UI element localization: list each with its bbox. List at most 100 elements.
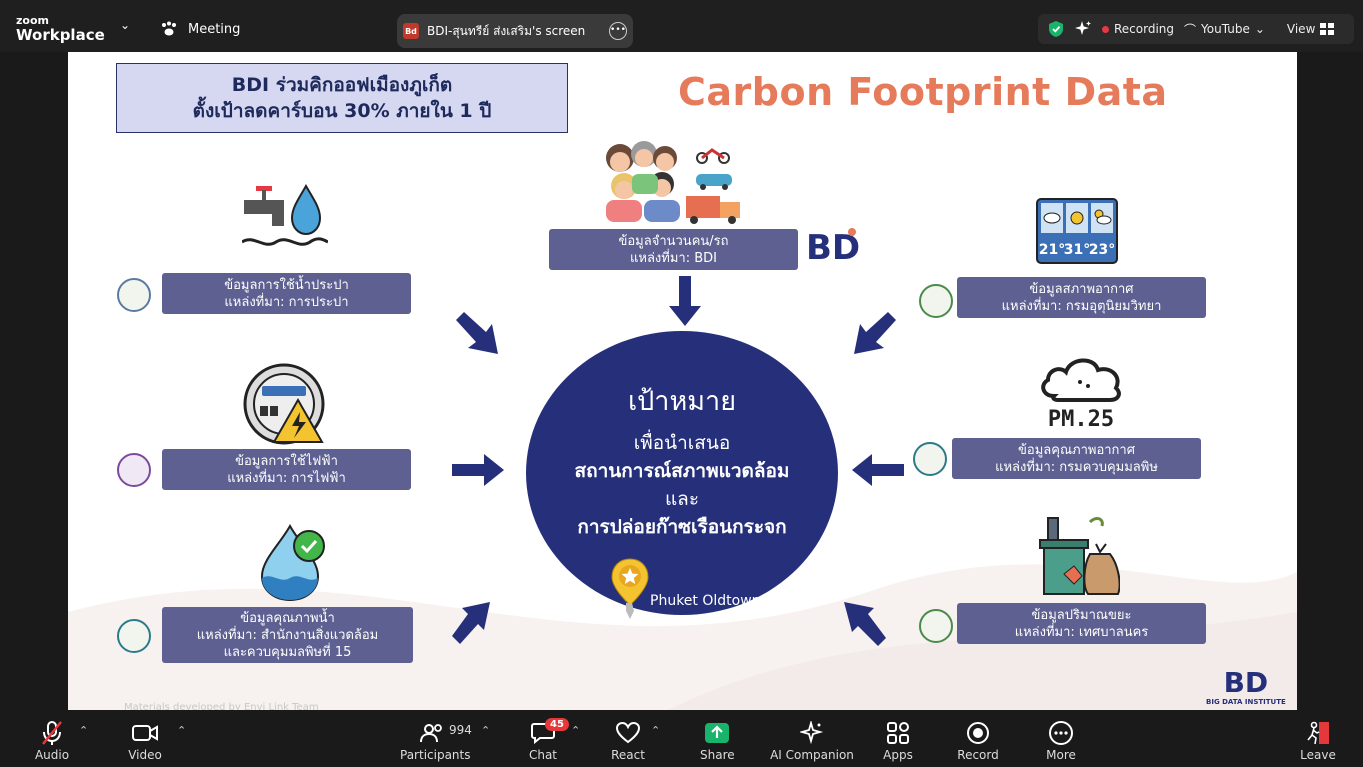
share-screen-icon: [705, 723, 729, 743]
electric-label-line2: แหล่งที่มา: การไฟฟ้า: [227, 470, 346, 486]
goal-line2: สถานการณ์สภาพแวดล้อม: [574, 460, 790, 482]
audio-label: Audio: [34, 748, 70, 762]
water-authority-seal: [117, 278, 151, 312]
chat-unread-badge: 45: [545, 718, 569, 731]
shield-icon[interactable]: [1048, 20, 1064, 38]
react-caret-icon[interactable]: ⌃: [651, 724, 660, 737]
slide-title: Carbon Footprint Data: [678, 70, 1168, 114]
broadcast-icon: ⌒: [1184, 22, 1197, 37]
arrow-up-right-icon: [452, 602, 490, 644]
share-button[interactable]: Share: [700, 720, 735, 762]
arrow-down-icon: [669, 276, 701, 326]
shared-slide: BDI ร่วมคิกออฟเมืองภูเก็ต ตั้งเป้าลดคาร์…: [68, 52, 1297, 710]
meeting-toolbar: Audio ⌃ Video ⌃ Participants 994 ⌃ Chat …: [0, 710, 1363, 767]
temp-1: 21°: [1039, 242, 1065, 258]
water-quality-line1: ข้อมูลคุณภาพน้ำ: [240, 610, 335, 626]
weather-data-label: ข้อมูลสภาพอากาศ แหล่งที่มา: กรมอุตุนิยมว…: [957, 277, 1206, 318]
recording-dot-icon: [1102, 25, 1109, 33]
recording-indicator[interactable]: Recording: [1102, 22, 1174, 36]
record-button[interactable]: Record: [955, 720, 1001, 762]
electric-meter-icon: [243, 363, 325, 445]
leave-button[interactable]: Leave: [1300, 720, 1336, 762]
municipality-seal: [919, 609, 953, 643]
electric-data-label: ข้อมูลการใช้ไฟฟ้า แหล่งที่มา: การไฟฟ้า: [162, 449, 411, 490]
weather-label-line2: แหล่งที่มา: กรมอุตุนิยมวิทยา: [1001, 298, 1162, 314]
more-button[interactable]: More: [1042, 720, 1080, 762]
goal-line1: เพื่อนำเสนอ: [633, 432, 731, 454]
waste-data-label: ข้อมูลปริมาณขยะ แหล่งที่มา: เทศบาลนคร: [957, 603, 1206, 644]
view-button[interactable]: View: [1287, 22, 1335, 36]
sharer-avatar: Bd: [403, 23, 419, 39]
apps-button[interactable]: Apps: [880, 720, 916, 762]
ai-companion-button[interactable]: AI Companion: [770, 720, 854, 762]
more-options-icon[interactable]: •••: [609, 22, 627, 40]
arrow-down-right-icon: [456, 312, 498, 354]
status-bar: Recording ⌒ YouTube ⌄ View: [1038, 14, 1354, 44]
water-tap-icon: [242, 183, 328, 246]
temp-2: 31°: [1064, 242, 1090, 258]
leave-label: Leave: [1300, 748, 1336, 762]
more-label: More: [1046, 748, 1076, 762]
water-quality-line3: และควบคุมมลพิษที่ 15: [223, 644, 352, 660]
logo-bottom-text: Workplace: [16, 26, 105, 44]
zoom-logo[interactable]: zoom Workplace: [16, 14, 105, 44]
people-label-line2: แหล่งที่มา: BDI: [630, 250, 717, 266]
people-vehicles-icon: [606, 141, 740, 224]
react-button[interactable]: React: [610, 720, 646, 762]
youtube-label: YouTube: [1201, 22, 1250, 36]
sparkle-icon[interactable]: [1074, 20, 1092, 38]
goal-circle: เป้าหมาย เพื่อนำเสนอ สถานการณ์สภาพแวดล้อ…: [526, 331, 838, 619]
people-label-line1: ข้อมูลจำนวนคน/รถ: [618, 233, 729, 249]
weather-label-line1: ข้อมูลสภาพอากาศ: [1029, 281, 1134, 297]
bdi-caption: BIG DATA INSTITUTE: [1206, 698, 1286, 706]
arrow-down-left-icon: [854, 312, 896, 354]
electricity-authority-seal: [117, 453, 151, 487]
headline-line2: ตั้งเป้าลดคาร์บอน 30% ภายใน 1 ปี: [192, 100, 492, 122]
video-camera-icon: [132, 725, 158, 741]
chevron-down-icon: ⌄: [1254, 22, 1265, 36]
people-data-label: ข้อมูลจำนวนคน/รถ แหล่งที่มา: BDI: [549, 229, 798, 270]
arrow-up-left-icon: [844, 602, 886, 646]
temp-3: 23°: [1089, 242, 1115, 258]
participants-label: Participants: [400, 748, 471, 762]
pm-text: PM.25: [1048, 407, 1114, 430]
goal-line3: และ: [664, 488, 700, 510]
heart-icon: [616, 722, 640, 744]
location-label: Phuket Oldtown: [650, 593, 761, 609]
youtube-stream-button[interactable]: ⌒ YouTube ⌄: [1184, 21, 1265, 38]
waste-icon: [1039, 517, 1120, 595]
electric-label-line1: ข้อมูลการใช้ไฟฟ้า: [235, 453, 338, 469]
cloud-pm-icon: PM.25: [1041, 358, 1121, 430]
water-quality-icon: [260, 524, 325, 602]
chevron-down-icon[interactable]: ⌄: [120, 18, 130, 32]
participants-count: 994: [449, 723, 472, 737]
meteorology-seal: [919, 284, 953, 318]
air-data-label: ข้อมูลคุณภาพอากาศ แหล่งที่มา: กรมควบคุมม…: [952, 438, 1201, 479]
video-label: Video: [128, 748, 162, 762]
ai-companion-label: AI Companion: [770, 748, 854, 762]
meeting-label: Meeting: [188, 21, 241, 37]
audio-button[interactable]: Audio: [34, 720, 70, 762]
audio-options-caret-icon[interactable]: ⌃: [79, 724, 88, 737]
water-label-line2: แหล่งที่มา: การประปา: [224, 294, 349, 310]
meeting-button[interactable]: Meeting: [160, 21, 240, 37]
water-quality-line2: แหล่งที่มา: สำนักงานสิ่งแวดล้อม: [196, 627, 379, 643]
video-options-caret-icon[interactable]: ⌃: [177, 724, 186, 737]
weather-icon: 21° 31° 23°: [1036, 198, 1118, 264]
chat-label: Chat: [528, 748, 558, 762]
screen-share-indicator[interactable]: Bd BDI-สุนทรีย์ ส่งเสริม's screen •••: [397, 14, 633, 48]
participants-icon: [420, 724, 442, 743]
logo-dot-icon: [848, 228, 856, 236]
participants-caret-icon[interactable]: ⌃: [481, 724, 490, 737]
video-button[interactable]: Video: [126, 720, 164, 762]
react-label: React: [611, 748, 645, 762]
waste-label-line2: แหล่งที่มา: เทศบาลนคร: [1014, 624, 1149, 640]
paw-icon: [162, 21, 176, 36]
waste-label-line1: ข้อมูลปริมาณขยะ: [1031, 607, 1132, 623]
air-label-line2: แหล่งที่มา: กรมควบคุมมลพิษ: [995, 459, 1158, 475]
pollution-control-seal: [913, 442, 947, 476]
recording-label: Recording: [1114, 22, 1175, 36]
microphone-muted-icon: [42, 721, 62, 745]
chat-caret-icon[interactable]: ⌃: [571, 724, 580, 737]
arrow-left-icon: [852, 454, 904, 486]
